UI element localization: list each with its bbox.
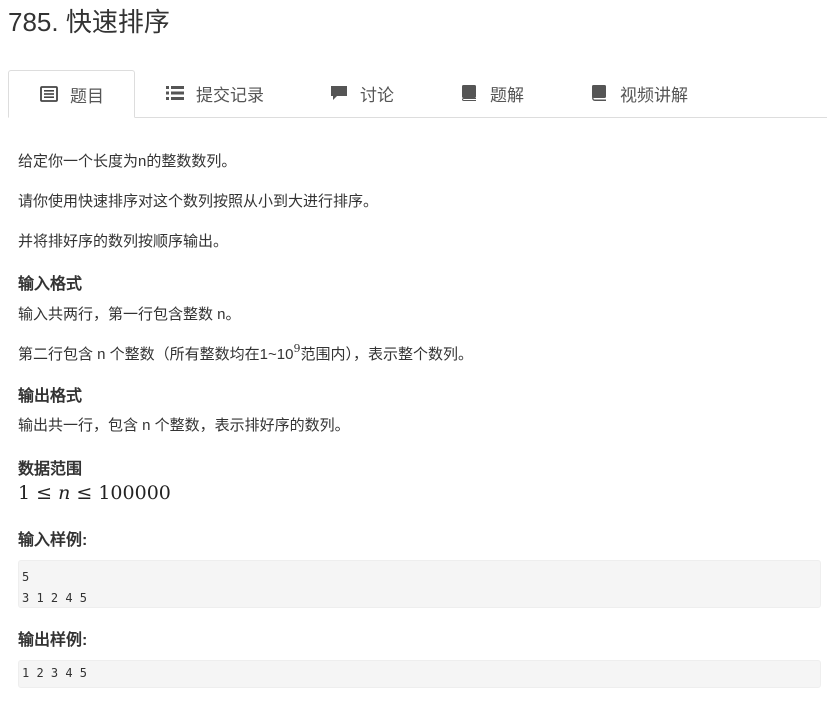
output-format-heading: 输出格式 — [18, 388, 83, 405]
input-format-line: 第二行包含 n 个整数（所有整数均在1~109范围内），表示整个数列。 — [18, 342, 473, 364]
input-format-heading: 输入格式 — [18, 276, 83, 293]
list-bullets-icon — [166, 85, 184, 101]
tab-label: 题目 — [70, 86, 104, 106]
data-range-heading: 数据范围 — [18, 461, 83, 478]
page-title: 785. 快速排序 — [8, 7, 170, 37]
tab-label: 题解 — [490, 85, 524, 105]
sample-output-block[interactable]: 1 2 3 4 5 — [18, 660, 821, 688]
tab-problem[interactable]: 题目 — [8, 70, 135, 118]
description-line: 请你使用快速排序对这个数列按照从小到大进行排序。 — [18, 193, 379, 210]
tab-bar: 题目 提交记录 讨论 题解 视频讲解 — [8, 70, 827, 118]
sample-input-block[interactable]: 5 3 1 2 4 5 — [18, 560, 821, 608]
sample-input-heading: 输入样例: — [18, 532, 88, 549]
tab-solutions[interactable]: 题解 — [460, 70, 524, 116]
book-icon — [590, 85, 608, 101]
text-segment: 范围内），表示整个数列。 — [300, 346, 473, 363]
output-format-line: 输出共一行，包含 n 个整数，表示排好序的数列。 — [18, 417, 350, 434]
data-range-formula: 1 ≤ n ≤ 100000 — [18, 482, 171, 504]
description-line: 并将排好序的数列按顺序输出。 — [18, 233, 229, 250]
tab-label: 视频讲解 — [620, 85, 688, 105]
comment-icon — [330, 85, 348, 101]
formula-part: ≤ 100000 — [70, 482, 171, 504]
tab-video[interactable]: 视频讲解 — [590, 70, 688, 116]
sample-output-heading: 输出样例: — [18, 632, 88, 649]
text-segment: 第二行包含 n 个整数（所有整数均在1~10 — [18, 346, 294, 363]
tab-discussion[interactable]: 讨论 — [330, 70, 394, 116]
list-icon — [40, 86, 58, 102]
formula-variable: n — [58, 482, 71, 504]
problem-page: 785. 快速排序 题目 提交记录 讨论 题解 视频讲解 给定你一个长度为n的整… — [0, 0, 827, 706]
tab-submissions[interactable]: 提交记录 — [166, 70, 264, 116]
formula-part: 1 ≤ — [18, 482, 59, 504]
description-line: 给定你一个长度为n的整数数列。 — [18, 153, 237, 170]
tab-label: 讨论 — [360, 85, 394, 105]
book-icon — [460, 85, 478, 101]
input-format-line: 输入共两行，第一行包含整数 n。 — [18, 306, 241, 323]
tab-label: 提交记录 — [196, 85, 264, 105]
